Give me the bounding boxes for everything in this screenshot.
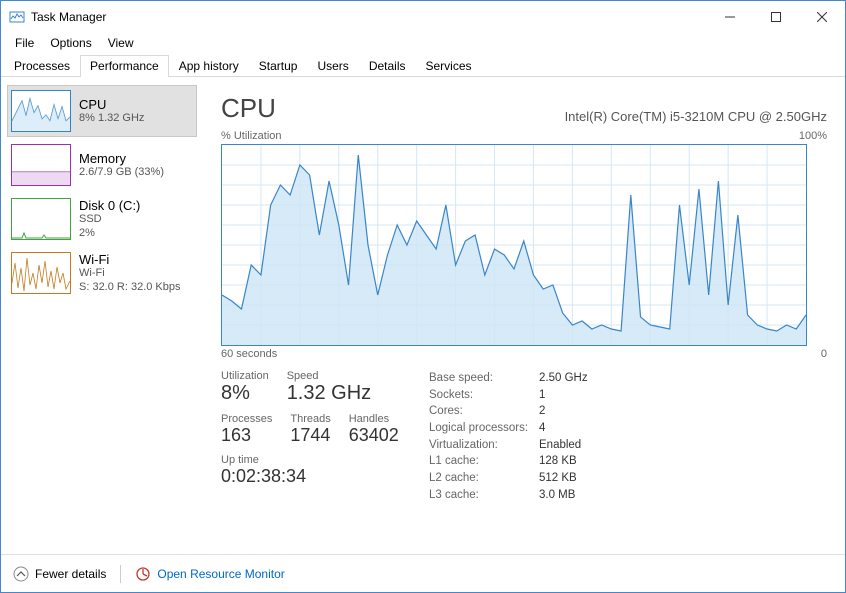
main-title: CPU — [221, 93, 276, 124]
app-icon — [9, 9, 25, 25]
content-area: CPU 8% 1.32 GHz Memory 2.6/7.9 GB (33%) … — [1, 77, 845, 554]
chevron-up-icon — [13, 566, 29, 582]
memory-thumb — [11, 144, 71, 186]
spec-row: L2 cache:512 KB — [429, 470, 588, 487]
menu-view[interactable]: View — [100, 34, 142, 52]
stat-handles: Handles 63402 — [349, 413, 399, 446]
memory-label: Memory — [79, 151, 164, 166]
main-header: CPU Intel(R) Core(TM) i5-3210M CPU @ 2.5… — [221, 93, 827, 124]
menu-file[interactable]: File — [7, 34, 42, 52]
spec-row: Cores:2 — [429, 403, 588, 420]
disk-label: Disk 0 (C:) — [79, 198, 140, 213]
menu-options[interactable]: Options — [42, 34, 99, 52]
maximize-button[interactable] — [753, 1, 799, 32]
tab-details[interactable]: Details — [359, 55, 416, 77]
titlebar: Task Manager — [1, 1, 845, 32]
spec-row: Logical processors:4 — [429, 420, 588, 437]
spec-row: L3 cache:3.0 MB — [429, 487, 588, 504]
minimize-button[interactable] — [707, 1, 753, 32]
sidebar-item-cpu[interactable]: CPU 8% 1.32 GHz — [7, 85, 197, 137]
memory-text: Memory 2.6/7.9 GB (33%) — [79, 151, 164, 179]
disk-text: Disk 0 (C:) SSD 2% — [79, 198, 140, 239]
chart-ymax: 100% — [799, 130, 827, 142]
chart-bottom-labels: 60 seconds 0 — [221, 348, 827, 360]
stats-specs: Base speed:2.50 GHzSockets:1Cores:2Logic… — [429, 370, 588, 503]
footer-divider — [120, 565, 121, 583]
spec-row: Base speed:2.50 GHz — [429, 370, 588, 387]
wifi-label: Wi-Fi — [79, 252, 181, 267]
cpu-text: CPU 8% 1.32 GHz — [79, 97, 144, 125]
stat-uptime: Up time 0:02:38:34 — [221, 454, 421, 487]
spec-row: Virtualization:Enabled — [429, 437, 588, 454]
resource-monitor-icon — [135, 566, 151, 582]
sidebar: CPU 8% 1.32 GHz Memory 2.6/7.9 GB (33%) … — [1, 77, 203, 554]
footer: Fewer details Open Resource Monitor — [1, 554, 845, 592]
tab-performance[interactable]: Performance — [80, 55, 169, 77]
cpu-model: Intel(R) Core(TM) i5-3210M CPU @ 2.50GHz — [565, 109, 827, 124]
fewer-details-button[interactable]: Fewer details — [13, 566, 106, 582]
wifi-thumb — [11, 252, 71, 294]
cpu-sub: 8% 1.32 GHz — [79, 112, 144, 125]
close-button[interactable] — [799, 1, 845, 32]
disk-sub: SSD 2% — [79, 213, 140, 239]
cpu-thumb — [11, 90, 71, 132]
stats-left: Utilization 8% Speed 1.32 GHz Processes … — [221, 370, 421, 503]
chart-top-labels: % Utilization 100% — [221, 130, 827, 142]
window-title: Task Manager — [31, 10, 707, 24]
cpu-label: CPU — [79, 97, 144, 112]
memory-sub: 2.6/7.9 GB (33%) — [79, 166, 164, 179]
main-panel: CPU Intel(R) Core(TM) i5-3210M CPU @ 2.5… — [203, 77, 845, 554]
stats-area: Utilization 8% Speed 1.32 GHz Processes … — [221, 370, 827, 503]
stat-threads: Threads 1744 — [290, 413, 330, 446]
spec-row: L1 cache:128 KB — [429, 453, 588, 470]
cpu-utilization-chart[interactable] — [221, 144, 807, 346]
tab-startup[interactable]: Startup — [249, 55, 308, 77]
wifi-text: Wi-Fi Wi-Fi S: 32.0 R: 32.0 Kbps — [79, 252, 181, 293]
sidebar-item-wifi[interactable]: Wi-Fi Wi-Fi S: 32.0 R: 32.0 Kbps — [7, 247, 197, 299]
sidebar-item-memory[interactable]: Memory 2.6/7.9 GB (33%) — [7, 139, 197, 191]
chart-xright: 0 — [821, 348, 827, 360]
disk-thumb — [11, 198, 71, 240]
tabbar: Processes Performance App history Startu… — [1, 54, 845, 77]
stat-utilization: Utilization 8% — [221, 370, 269, 405]
tab-app-history[interactable]: App history — [169, 55, 249, 77]
open-resource-monitor-link[interactable]: Open Resource Monitor — [135, 566, 284, 582]
tab-processes[interactable]: Processes — [4, 55, 80, 77]
chart-ylabel: % Utilization — [221, 130, 282, 142]
wifi-sub: Wi-Fi S: 32.0 R: 32.0 Kbps — [79, 267, 181, 293]
stat-speed: Speed 1.32 GHz — [287, 370, 371, 405]
tab-users[interactable]: Users — [307, 55, 358, 77]
window-controls — [707, 1, 845, 32]
stat-processes: Processes 163 — [221, 413, 272, 446]
sidebar-item-disk[interactable]: Disk 0 (C:) SSD 2% — [7, 193, 197, 245]
spec-row: Sockets:1 — [429, 387, 588, 404]
tab-services[interactable]: Services — [416, 55, 482, 77]
menubar: File Options View — [1, 32, 845, 54]
chart-xleft: 60 seconds — [221, 348, 277, 360]
